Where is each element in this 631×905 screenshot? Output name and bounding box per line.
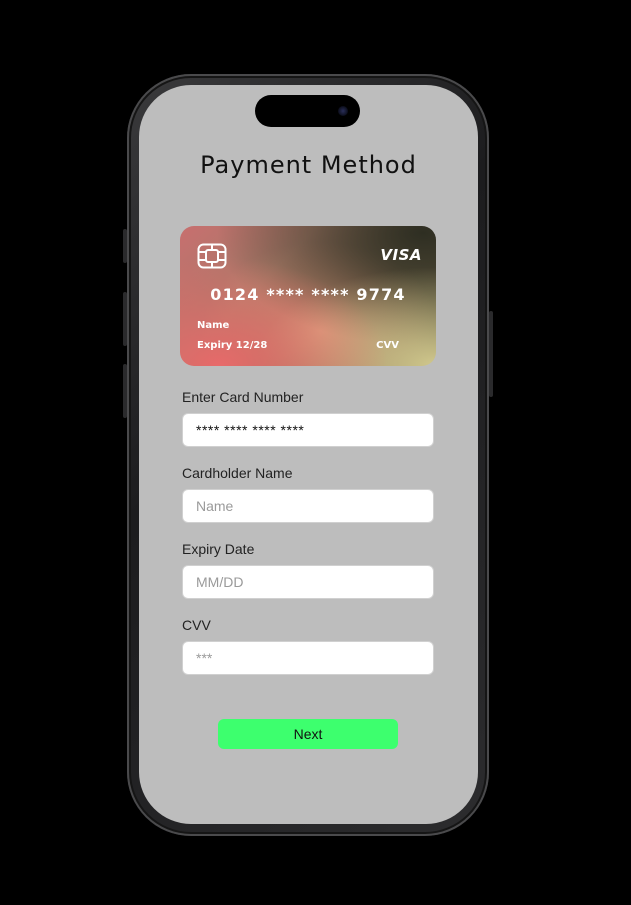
power-button — [489, 311, 493, 397]
front-camera-icon — [338, 106, 348, 116]
visa-logo: VISA — [380, 246, 422, 264]
cvv-label: CVV — [182, 617, 211, 633]
card-number-label: Enter Card Number — [182, 389, 304, 405]
cardholder-name-label: Cardholder Name — [182, 465, 293, 481]
cardholder-name-input[interactable] — [182, 489, 434, 523]
card-name-display: Name — [197, 320, 230, 331]
cvv-input[interactable] — [182, 641, 434, 675]
card-chip-icon — [197, 243, 227, 269]
card-number-input[interactable] — [182, 413, 434, 447]
credit-card-preview: VISA 0124 **** **** 9774 Name Expiry 12/… — [180, 226, 436, 366]
stage: Payment Method VISA 0124 **** **** 9774 … — [0, 0, 631, 905]
card-cvv-display: CVV — [376, 340, 399, 351]
card-expiry-display: Expiry 12/28 — [197, 340, 268, 351]
card-number-display: 0124 **** **** 9774 — [210, 285, 406, 304]
next-button[interactable]: Next — [218, 719, 398, 749]
expiry-date-input[interactable] — [182, 565, 434, 599]
expiry-date-label: Expiry Date — [182, 541, 255, 557]
phone-screen: Payment Method VISA 0124 **** **** 9774 … — [139, 85, 478, 824]
dynamic-island — [255, 95, 360, 127]
page-title: Payment Method — [200, 151, 417, 179]
